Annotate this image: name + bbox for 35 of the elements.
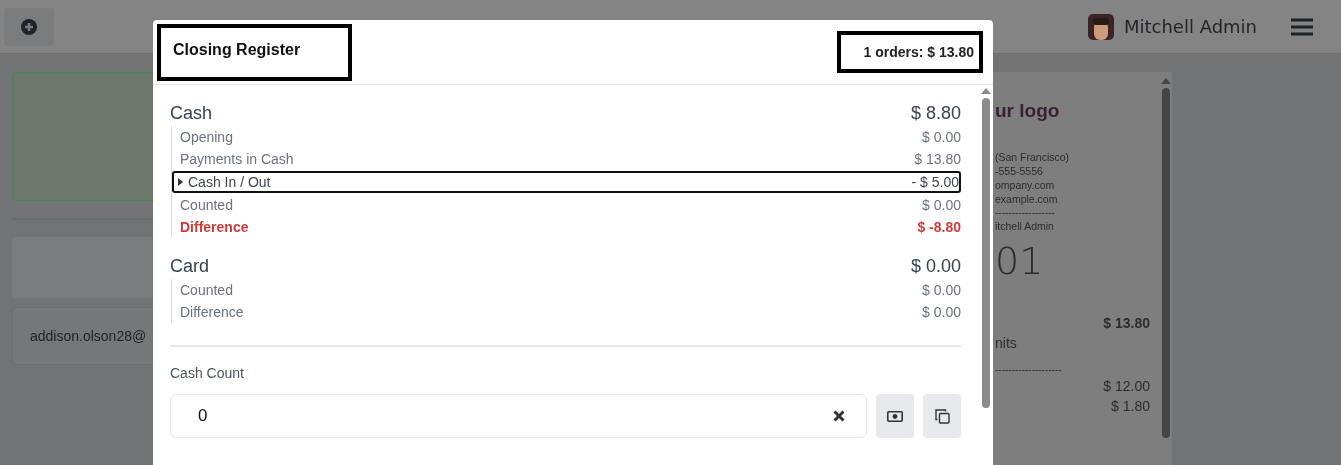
payment-method-name: Cash [170,103,213,124]
dialog-title: Closing Register [157,23,353,81]
receipt-text: $ 13.80 [1102,315,1150,331]
row-value: $ -8.80 [917,219,961,235]
row-label: Payments in Cash [180,151,294,167]
row-label: Counted [180,282,233,298]
dashed-separator: ------------------ [995,207,1056,218]
receipt-text: (San Francisco) [995,151,1071,163]
dashed-separator: -------------------- [995,364,1063,375]
row-label: Opening [180,129,233,145]
receipt-text: -555-5556 [995,165,1044,177]
receipt-text: ompany.com [995,179,1056,191]
payment-method-amount: $ 0.00 [910,256,961,277]
row-value: $ 0.00 [922,197,961,213]
payment-method-amount: $ 8.80 [910,103,961,124]
receipt-text: 01 [995,239,1045,283]
cash-count-label: Cash Count [170,365,245,381]
receipt-text: nits [995,335,1018,351]
row-value: $ 0.00 [922,304,961,320]
row-value: $ 13.80 [914,151,961,167]
receipt-text: example.com [995,193,1059,205]
receipt-text: $ 12.00 [1102,378,1150,394]
row-label: Difference [180,219,249,235]
receipt-text: ur logo [995,100,1061,122]
customer-email: addison.olson28@ [30,328,147,344]
row-value: $ 0.00 [922,129,961,145]
row-value: $ 0.00 [922,282,961,298]
receipt-text: itchell Admin [995,220,1055,232]
payment-method-name: Card [170,256,209,277]
row-label: Counted [180,197,233,213]
user-name: Mitchell Admin [1123,16,1257,37]
row-value: - $ 5.00 [911,174,959,190]
receipt-text: $ 1.80 [1110,398,1150,414]
orders-total: 1 orders: $ 13.80 [837,31,983,73]
row-label: Difference [180,304,244,320]
